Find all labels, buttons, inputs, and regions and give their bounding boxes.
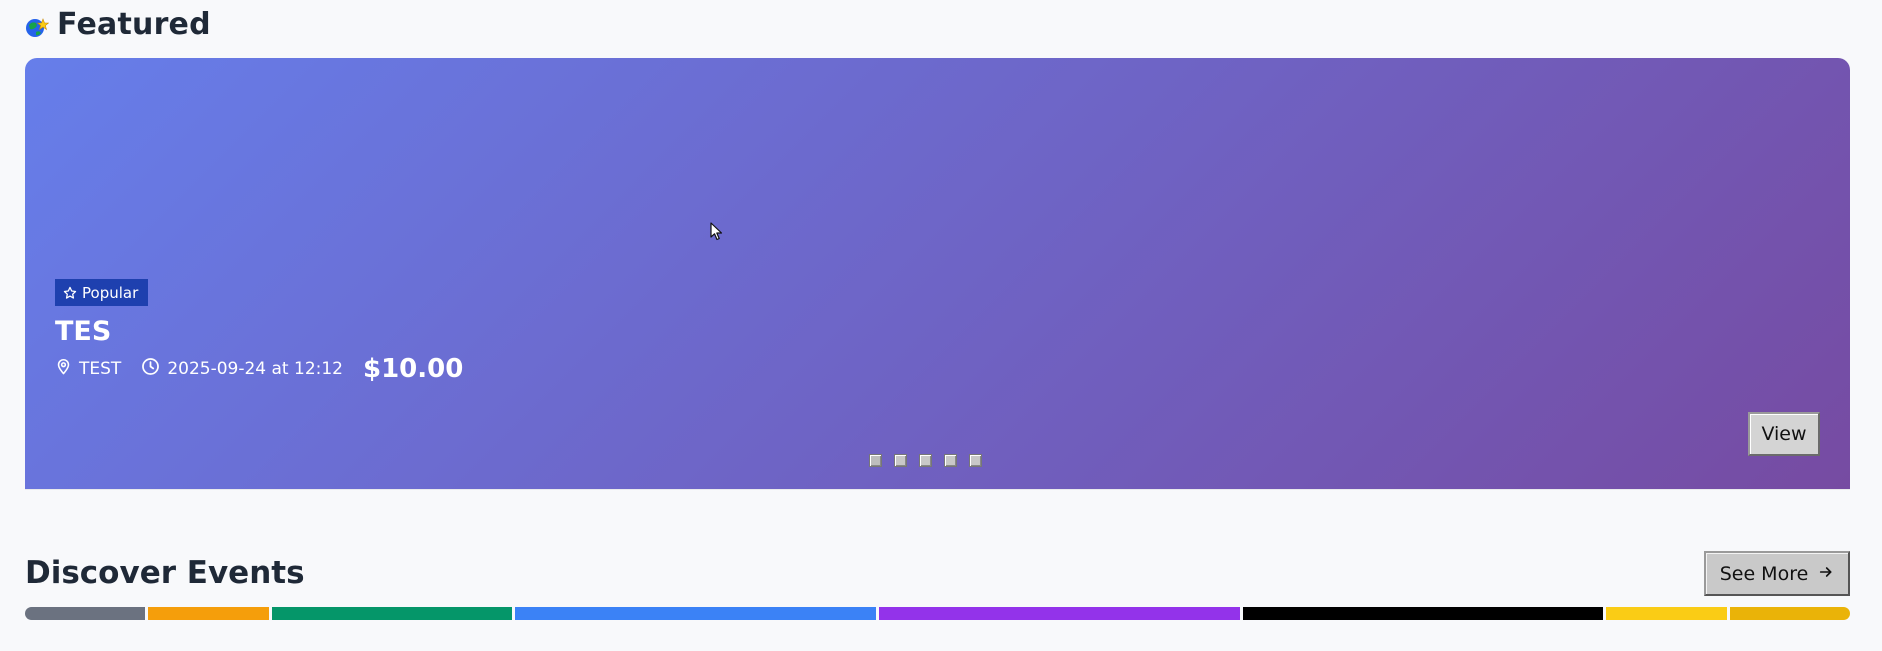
see-more-button[interactable]: See More xyxy=(1704,551,1850,596)
carousel-slide[interactable]: Popular TES TEST 2025-09-24 at 12:12 $10… xyxy=(25,58,1850,489)
discover-events-title: Discover Events xyxy=(25,555,305,591)
category-segment[interactable] xyxy=(148,607,269,620)
event-location-text: TEST xyxy=(79,359,122,379)
category-segment[interactable] xyxy=(1729,607,1850,620)
category-segment[interactable] xyxy=(878,607,1240,620)
popular-badge: Popular xyxy=(55,279,149,306)
event-meta: TEST 2025-09-24 at 12:12 $10.00 xyxy=(55,354,463,384)
star-icon xyxy=(63,286,77,300)
event-location: TEST xyxy=(55,358,121,380)
featured-carousel: Popular TES TEST 2025-09-24 at 12:12 $10… xyxy=(25,58,1850,489)
category-segment[interactable] xyxy=(25,607,146,620)
event-datetime-text: 2025-09-24 at 12:12 xyxy=(167,359,343,379)
carousel-dots xyxy=(25,454,1850,467)
category-segment[interactable] xyxy=(271,607,513,620)
globe-star-icon xyxy=(25,15,50,39)
arrow-right-icon xyxy=(1818,563,1834,585)
category-bar xyxy=(25,607,1850,620)
clock-icon xyxy=(141,357,160,381)
event-datetime: 2025-09-24 at 12:12 xyxy=(141,357,343,381)
carousel-dot[interactable] xyxy=(968,454,982,467)
category-segment[interactable] xyxy=(1606,607,1727,620)
carousel-dot[interactable] xyxy=(918,454,932,467)
category-segment[interactable] xyxy=(1242,607,1604,620)
map-pin-icon xyxy=(55,358,72,380)
category-segment[interactable] xyxy=(515,607,876,620)
featured-title: Featured xyxy=(57,6,211,42)
page: Featured Popular TES TEST 2025-09-24 at … xyxy=(0,0,1882,651)
mouse-cursor-icon xyxy=(710,222,723,241)
carousel-dot[interactable] xyxy=(893,454,907,467)
see-more-label: See More xyxy=(1719,562,1809,585)
event-title: TES xyxy=(55,316,112,347)
popular-badge-label: Popular xyxy=(82,283,139,302)
view-button[interactable]: View xyxy=(1748,412,1820,456)
featured-header: Featured xyxy=(25,6,211,42)
carousel-dot[interactable] xyxy=(868,454,882,467)
carousel-dot[interactable] xyxy=(943,454,957,467)
event-price: $10.00 xyxy=(363,354,464,384)
